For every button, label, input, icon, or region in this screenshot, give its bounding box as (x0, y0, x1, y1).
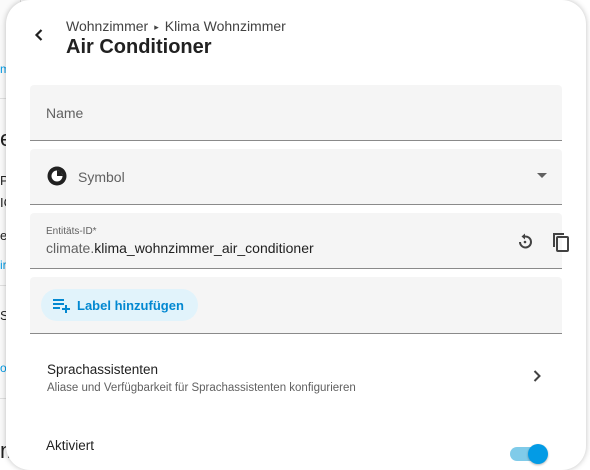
enabled-title: Aktiviert (46, 438, 95, 453)
dialog-title: Air Conditioner (66, 36, 212, 58)
restore-icon[interactable] (514, 231, 536, 253)
breadcrumb-item[interactable]: Klima Wohnzimmer (165, 18, 286, 34)
entity-id-field[interactable]: Entitäts-ID* climate.klima_wohnzimmer_ai… (30, 213, 569, 269)
enabled-toggle[interactable] (510, 444, 548, 464)
entity-id-label: Entitäts-ID* (46, 226, 97, 237)
label-plus-icon (53, 299, 70, 313)
breadcrumb-separator-icon: ▸ (154, 22, 159, 32)
name-placeholder: Name (46, 105, 84, 121)
add-label-text: Label hinzufügen (77, 297, 184, 313)
entity-id-text: klima_wohnzimmer_air_conditioner (94, 240, 314, 256)
voice-assistants-subtitle: Aliase und Verfügbarkeit für Sprachassis… (47, 382, 356, 394)
entity-settings-dialog: Wohnzimmer ▸ Klima Wohnzimmer Air Conditio… (6, 0, 586, 470)
add-label-button[interactable]: Label hinzufügen (41, 289, 198, 321)
name-field[interactable]: Name (30, 85, 562, 141)
voice-assistants-row[interactable]: Sprachassistenten Aliase und Verfügbarke… (30, 350, 562, 406)
back-button[interactable] (24, 20, 54, 50)
symbol-placeholder: Symbol (78, 169, 125, 185)
chevron-right-icon (533, 370, 541, 382)
menu-down-icon[interactable] (536, 171, 548, 179)
entity-id-prefix: climate. (46, 240, 95, 256)
content-copy-icon[interactable] (550, 231, 572, 253)
toggle-knob (528, 444, 548, 464)
chevron-left-icon (34, 29, 43, 41)
palette-icon (47, 166, 67, 186)
labels-field: Label hinzufügen (30, 277, 562, 334)
enabled-row: Aktiviert (30, 428, 562, 468)
entity-id-value[interactable]: climate.klima_wohnzimmer_air_conditioner (46, 240, 314, 256)
voice-assistants-title: Sprachassistenten (47, 362, 159, 377)
symbol-field[interactable]: Symbol (30, 149, 562, 205)
breadcrumb: Wohnzimmer ▸ Klima Wohnzimmer (66, 18, 286, 34)
breadcrumb-item[interactable]: Wohnzimmer (66, 18, 148, 34)
